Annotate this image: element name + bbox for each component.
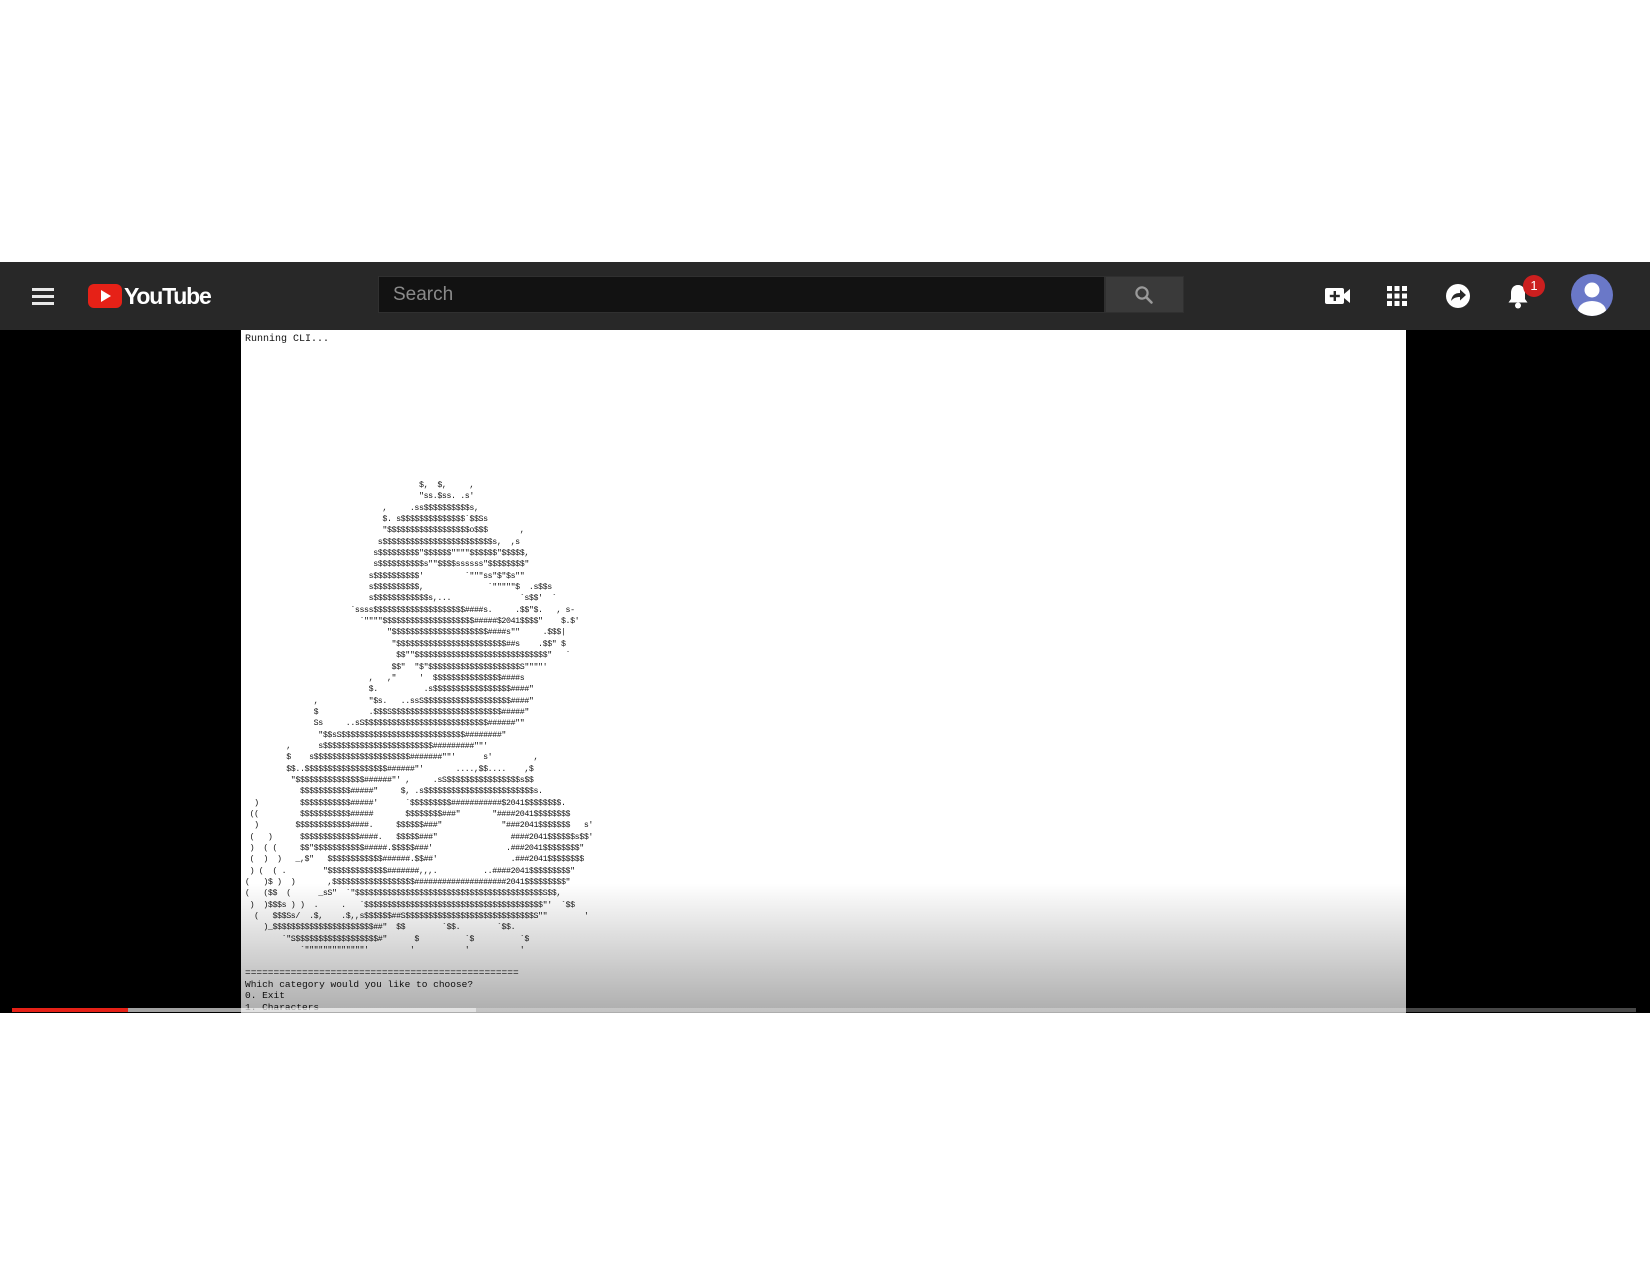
page: YouTube Search 1 Running CLI... $, $, , …	[0, 0, 1650, 1275]
video-camera-add-icon[interactable]	[1320, 279, 1354, 313]
share-arrow-icon[interactable]	[1441, 279, 1475, 313]
search-button[interactable]	[1105, 276, 1184, 313]
cli-menu: ========================================…	[245, 967, 519, 1013]
cli-status-line: Running CLI...	[245, 334, 330, 345]
top-app-bar: YouTube Search 1	[0, 262, 1650, 330]
user-avatar-icon[interactable]	[1571, 274, 1613, 316]
search-input[interactable]	[378, 276, 1105, 313]
search-icon	[1135, 286, 1153, 304]
apps-grid-icon[interactable]	[1380, 279, 1414, 313]
youtube-logo[interactable]: YouTube	[88, 281, 212, 311]
cli-ascii-art: $, $, , "ss.$ss. .s' , .ss$$$$$$$$$$s, $…	[245, 481, 594, 956]
menu-icon[interactable]	[26, 280, 60, 312]
video-progress-bar[interactable]	[12, 1008, 1636, 1012]
youtube-play-icon	[88, 284, 122, 308]
cli-option: 0. Exit	[245, 990, 285, 1001]
video-frame: Running CLI... $, $, , "ss.$ss. .s' , .s…	[241, 330, 1406, 1013]
video-player[interactable]: Running CLI... $, $, , "ss.$ss. .s' , .s…	[0, 330, 1650, 1013]
cli-prompt: Which category would you like to choose?	[245, 978, 474, 990]
cli-divider: ========================================…	[245, 967, 519, 978]
logo-text: YouTube	[124, 282, 212, 309]
progress-played	[12, 1008, 128, 1012]
notification-count-badge: 1	[1523, 275, 1545, 297]
